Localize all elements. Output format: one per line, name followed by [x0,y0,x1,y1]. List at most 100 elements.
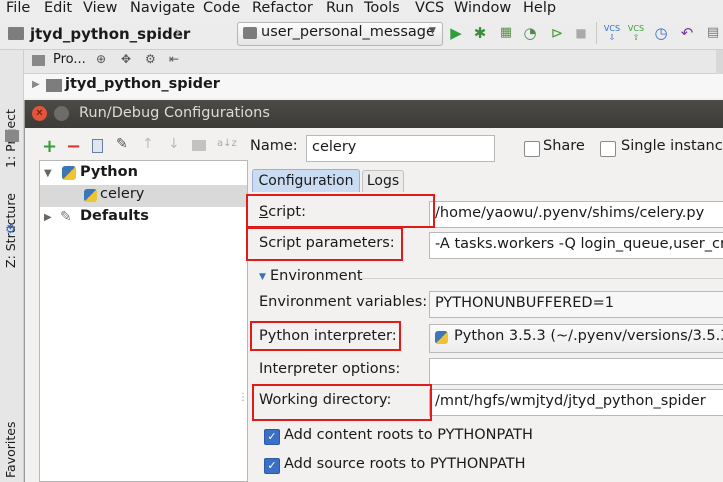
script-params-input[interactable]: -A tasks.workers -Q login_queue,user_cra [429,232,723,259]
close-icon[interactable]: ✕ [32,106,47,121]
debug-icon[interactable]: ✱ [471,24,489,42]
python-icon [62,166,76,180]
gear-icon[interactable]: ⚙ [145,52,156,66]
expand-arrow-icon[interactable]: ▶ [32,79,40,90]
expand-arrow-icon[interactable]: ▶ [44,212,52,223]
tab-configuration[interactable]: Configuration [252,169,360,192]
project-view-icon [32,55,45,66]
python-config-icon [84,189,97,202]
target-icon[interactable]: ⊕ [96,52,106,66]
history-icon[interactable]: ◷ [652,24,670,42]
tree-item-celery-label: celery [100,186,145,202]
menu-file[interactable]: File [6,0,30,17]
wrench-icon[interactable]: ✎ [116,136,128,152]
python-icon [435,331,448,344]
share-checkbox[interactable] [524,141,540,157]
splitter-handle[interactable]: ⋮ [238,392,248,403]
single-instance-label: Single instance [621,138,723,154]
section-collapse-icon[interactable]: ▼ [259,272,266,282]
highlight-workdir [252,384,432,421]
revert-icon[interactable]: ↶ [678,24,696,42]
menu-tools[interactable]: Tools [364,0,400,17]
source-roots-checkbox[interactable]: ✓ [264,458,280,474]
project-root-label: jtyd_python_spider [65,76,220,92]
hide-panel-icon[interactable]: ⇤ [169,52,179,66]
menu-window[interactable]: Window [454,0,511,17]
coverage-icon[interactable]: ▦ [497,24,515,42]
menu-code[interactable]: Code [203,0,240,17]
menu-bar: File Edit View Navigate Code Refactor Ru… [0,0,723,18]
breadcrumb-project[interactable]: jtyd_python_spider [30,25,190,43]
menu-navigate[interactable]: Navigate [130,0,195,17]
chevron-down-icon: ▼ [429,26,436,36]
share-label: Share [543,138,585,154]
sort-icon[interactable]: a↓z [217,138,237,149]
name-label: Name: [250,138,298,154]
editor-tab-edge [716,50,723,74]
menu-vcs[interactable]: VCS [415,0,444,17]
run-icon[interactable]: ▶ [447,24,465,42]
stop-icon[interactable]: ■ [572,24,590,42]
menu-view[interactable]: View [83,0,117,17]
project-panel-title[interactable]: Pro... [53,52,86,67]
content-roots-label: Add content roots to PYTHONPATH [284,427,533,443]
tab-logs[interactable]: Logs [362,170,404,192]
source-roots-label: Add source roots to PYTHONPATH [284,456,526,472]
folder-icon[interactable] [192,140,206,151]
menu-run[interactable]: Run [326,0,354,17]
tree-item-defaults[interactable]: Defaults [80,208,149,224]
menu-edit[interactable]: Edit [44,0,72,17]
project-tab-icon [5,130,19,142]
tab-favorites[interactable]: Favorites [3,422,18,478]
vcs-update-icon[interactable]: VCS ⇩ [603,24,621,42]
script-path-input[interactable]: /home/yaowu/.pyenv/shims/celery.py [429,201,723,228]
highlight-interpreter [250,321,401,351]
interp-options-label: Interpreter options: [259,361,401,377]
content-roots-checkbox[interactable]: ✓ [264,429,280,445]
workdir-input[interactable]: /mnt/hgfs/wmjtyd/jtyd_python_spider [429,389,723,416]
python-config-icon [243,27,257,39]
copy-icon[interactable] [92,139,103,153]
run-debug-dialog: ✕ Run/Debug Configurations + − ✎ ↑ ↓ a↓z… [24,100,723,482]
add-icon[interactable]: + [42,136,57,157]
collapse-arrow-icon[interactable]: ▼ [44,168,52,179]
collapse-icon[interactable]: ✥ [121,52,131,66]
config-tree: ▼ Python celery ▶ ✎ Defaults [39,160,248,482]
remove-icon[interactable]: − [66,136,81,157]
concurrency-icon[interactable]: ⊳ [548,24,566,42]
folder-icon [8,27,24,40]
left-tool-strip: 1: Project Z: Structure ⚙ Favorites [0,50,24,482]
main-toolbar: jtyd_python_spider › user_personal_messa… [0,18,723,50]
maximize-icon[interactable] [54,106,69,121]
section-divider [360,278,723,279]
menu-refactor[interactable]: Refactor [252,0,313,17]
structure-tab-icon: ⚙ [5,222,16,236]
highlight-script-params [246,227,403,261]
interp-options-input[interactable] [429,358,723,385]
env-vars-input[interactable]: PYTHONUNBUFFERED=1 [429,291,723,318]
run-config-label: user_personal_message [261,24,435,40]
name-input[interactable]: celery [306,135,495,162]
move-up-icon[interactable]: ↑ [142,136,154,152]
profile-icon[interactable]: ◔ [521,24,539,42]
folder-icon [46,79,62,92]
environment-section-label[interactable]: Environment [270,268,363,284]
interpreter-select[interactable]: Python 3.5.3 (~/.pyenv/versions/3.5.3/b [429,324,723,353]
single-instance-checkbox[interactable] [600,141,616,157]
highlight-script [246,194,435,228]
project-root-row[interactable]: ▶ jtyd_python_spider [24,74,723,98]
tree-item-python[interactable]: Python [80,164,138,180]
interpreter-value: Python 3.5.3 (~/.pyenv/versions/3.5.3/b [454,328,723,344]
dialog-titlebar: ✕ Run/Debug Configurations [25,100,723,128]
env-vars-label: Environment variables: [259,294,428,310]
toolbar-separator [596,22,597,44]
project-panel-header: Pro... ⊕ ✥ ⚙ ⇤ [24,50,723,74]
run-config-combo[interactable]: user_personal_message ▼ [237,22,443,46]
move-down-icon[interactable]: ↓ [168,136,180,152]
menu-help[interactable]: Help [523,0,556,17]
settings-icon[interactable]: ▤ [704,24,722,42]
tree-item-celery[interactable]: celery [40,185,247,207]
defaults-wrench-icon: ✎ [60,209,72,225]
vcs-commit-icon[interactable]: VCS ⇧ [627,24,645,42]
chevron-right-icon: › [174,22,182,43]
